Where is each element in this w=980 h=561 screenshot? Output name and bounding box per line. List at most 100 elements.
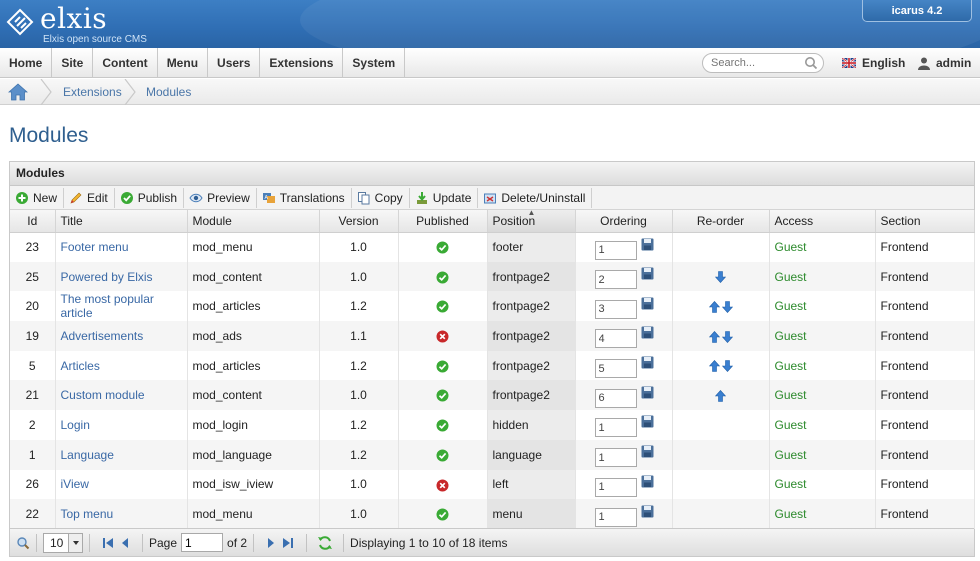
column-header-id[interactable]: Id bbox=[10, 210, 56, 233]
ordering-input[interactable] bbox=[594, 299, 637, 319]
cell-ordering bbox=[575, 261, 673, 292]
page-number-input[interactable] bbox=[181, 533, 224, 552]
search-icon[interactable] bbox=[804, 56, 818, 70]
breadcrumb-modules[interactable]: Modules bbox=[146, 79, 191, 105]
column-header-access[interactable]: Access bbox=[769, 210, 876, 233]
module-title-link[interactable]: iView bbox=[61, 477, 89, 491]
save-icon[interactable] bbox=[641, 505, 654, 518]
save-icon[interactable] bbox=[641, 445, 654, 458]
published-check-icon[interactable] bbox=[436, 419, 449, 432]
column-header-version[interactable]: Version bbox=[319, 210, 399, 233]
ordering-input[interactable] bbox=[594, 477, 637, 497]
nav-item-menu[interactable]: Menu bbox=[158, 48, 209, 78]
delete-uninstall-button[interactable]: Delete/Uninstall bbox=[478, 187, 593, 208]
breadcrumb-extensions[interactable]: Extensions bbox=[63, 79, 122, 105]
chevron-down-icon[interactable] bbox=[68, 533, 82, 552]
ordering-input[interactable] bbox=[594, 507, 637, 527]
unpublished-x-icon[interactable] bbox=[436, 479, 449, 492]
per-page-select[interactable]: 10 bbox=[43, 532, 83, 553]
modules-panel: Modules New Edit Publish Preview A Translatio… bbox=[9, 161, 975, 557]
arrow-down-icon[interactable] bbox=[721, 360, 733, 373]
ordering-input[interactable] bbox=[594, 329, 637, 349]
save-icon[interactable] bbox=[641, 297, 654, 310]
ordering-input[interactable] bbox=[594, 270, 637, 290]
save-icon[interactable] bbox=[641, 356, 654, 369]
pager: 10 Page of 2 Displaying bbox=[10, 528, 974, 556]
module-title-link[interactable]: Powered by Elxis bbox=[61, 270, 153, 284]
ordering-input[interactable] bbox=[594, 448, 637, 468]
save-icon[interactable] bbox=[641, 326, 654, 339]
arrow-up-icon[interactable] bbox=[714, 390, 727, 402]
last-page-icon[interactable] bbox=[282, 537, 294, 549]
search-icon[interactable] bbox=[16, 536, 30, 550]
module-title-link[interactable]: The most popular article bbox=[61, 292, 154, 320]
cell-ordering bbox=[575, 291, 673, 322]
module-title-link[interactable]: Language bbox=[61, 448, 114, 462]
nav-item-extensions[interactable]: Extensions bbox=[260, 48, 344, 78]
publish-button[interactable]: Publish bbox=[115, 187, 185, 208]
column-header-re-order[interactable]: Re-order bbox=[672, 210, 770, 233]
save-icon[interactable] bbox=[641, 415, 654, 428]
published-check-icon[interactable] bbox=[436, 271, 449, 284]
ordering-input[interactable] bbox=[594, 418, 637, 438]
save-icon[interactable] bbox=[641, 267, 654, 280]
nav-item-home[interactable]: Home bbox=[0, 48, 53, 78]
search-input[interactable] bbox=[711, 54, 806, 72]
published-check-icon[interactable] bbox=[436, 300, 449, 313]
arrow-down-icon[interactable] bbox=[714, 271, 727, 284]
copy-button[interactable]: Copy bbox=[352, 187, 410, 208]
brand-tagline: Elxis open source CMS bbox=[43, 34, 147, 45]
cell-published bbox=[398, 439, 488, 470]
previous-page-icon[interactable] bbox=[120, 537, 130, 549]
next-page-icon[interactable] bbox=[266, 537, 276, 549]
column-header-label: Id bbox=[27, 213, 38, 228]
nav-item-site[interactable]: Site bbox=[52, 48, 94, 78]
published-check-icon[interactable] bbox=[436, 360, 449, 373]
arrow-down-icon[interactable] bbox=[721, 330, 733, 343]
published-check-icon[interactable] bbox=[436, 389, 449, 402]
column-header-module[interactable]: Module bbox=[187, 210, 320, 233]
module-title-link[interactable]: Advertisements bbox=[61, 329, 144, 343]
translations-button[interactable]: A Translations bbox=[257, 187, 352, 208]
published-check-icon[interactable] bbox=[436, 241, 449, 254]
module-title-link[interactable]: Articles bbox=[61, 359, 100, 373]
published-check-icon[interactable] bbox=[436, 508, 449, 521]
search-box[interactable] bbox=[702, 53, 824, 73]
uk-flag-icon bbox=[842, 58, 856, 68]
ordering-input[interactable] bbox=[594, 388, 637, 408]
first-page-icon[interactable] bbox=[102, 537, 114, 549]
nav-item-system[interactable]: System bbox=[343, 48, 406, 78]
nav-item-content[interactable]: Content bbox=[93, 48, 158, 78]
update-button[interactable]: Update bbox=[410, 187, 479, 208]
save-icon[interactable] bbox=[641, 238, 654, 251]
preview-button[interactable]: Preview bbox=[184, 187, 257, 208]
ordering-input[interactable] bbox=[594, 240, 637, 260]
cell-module: mod_login bbox=[187, 410, 320, 440]
ordering-input[interactable] bbox=[594, 359, 637, 379]
arrow-up-icon[interactable] bbox=[708, 360, 720, 373]
save-icon[interactable] bbox=[641, 475, 654, 488]
refresh-icon[interactable] bbox=[317, 535, 333, 551]
arrow-down-icon[interactable] bbox=[721, 301, 733, 313]
edit-button[interactable]: Edit bbox=[64, 187, 115, 208]
module-title-link[interactable]: Login bbox=[61, 418, 90, 432]
save-icon[interactable] bbox=[641, 386, 654, 399]
arrow-up-icon[interactable] bbox=[708, 301, 720, 313]
module-title-link[interactable]: Top menu bbox=[61, 507, 114, 521]
column-header-published[interactable]: Published bbox=[398, 210, 488, 233]
home-icon[interactable] bbox=[8, 83, 28, 101]
language-selector[interactable]: English bbox=[842, 48, 905, 78]
column-header-section[interactable]: Section bbox=[875, 210, 975, 233]
arrow-up-icon[interactable] bbox=[708, 330, 720, 343]
module-title-link[interactable]: Custom module bbox=[61, 388, 145, 402]
column-header-position[interactable]: ▲ Position bbox=[487, 208, 576, 233]
cell-title: Articles bbox=[55, 350, 188, 381]
user-menu[interactable]: admin bbox=[918, 48, 971, 78]
column-header-title[interactable]: Title bbox=[55, 210, 188, 233]
nav-item-users[interactable]: Users bbox=[208, 48, 261, 78]
unpublished-x-icon[interactable] bbox=[436, 330, 449, 343]
published-check-icon[interactable] bbox=[436, 449, 449, 462]
column-header-ordering[interactable]: Ordering bbox=[575, 210, 673, 233]
module-title-link[interactable]: Footer menu bbox=[61, 240, 129, 254]
new-button[interactable]: New bbox=[10, 187, 65, 208]
